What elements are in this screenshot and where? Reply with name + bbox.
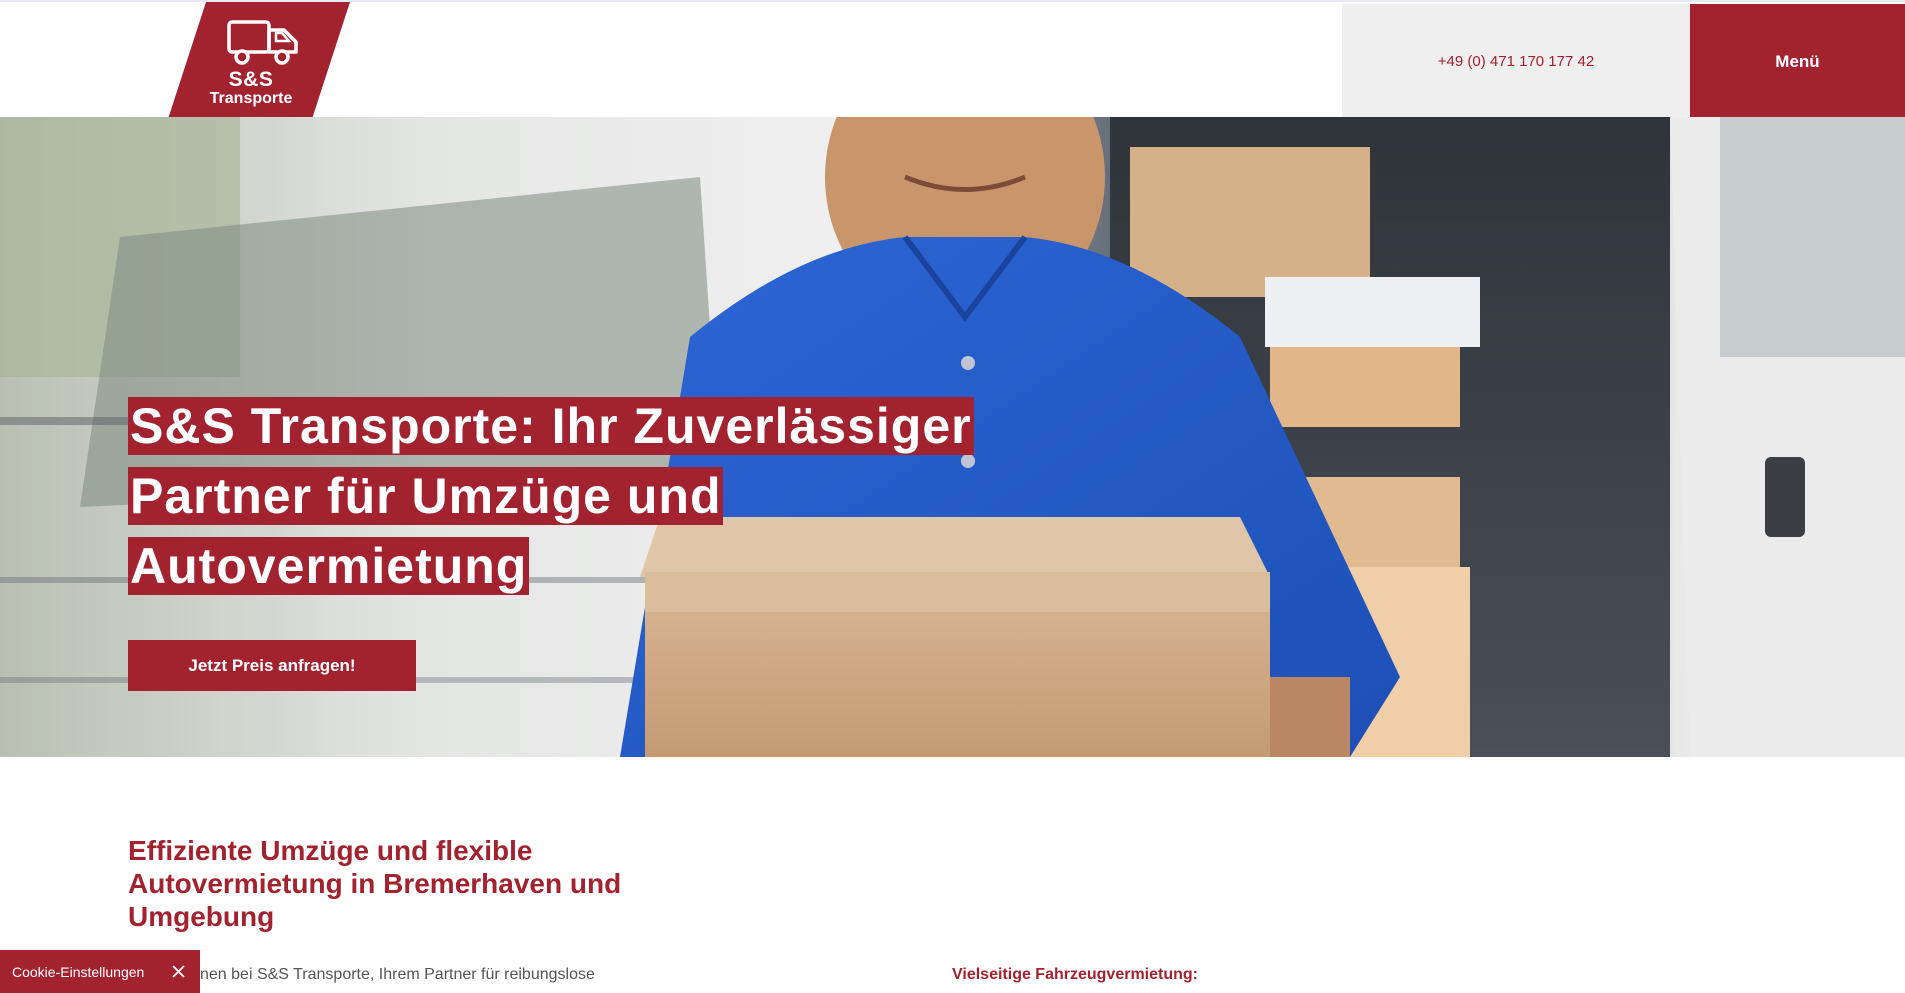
cookie-settings-button[interactable]: Cookie-Einstellungen	[12, 964, 144, 980]
hero-title-line: Autovermietung	[128, 537, 530, 595]
intro-text: nen bei S&S Transporte, Ihrem Partner fü…	[200, 966, 595, 983]
phone-link[interactable]: +49 (0) 471 170 177 42	[1438, 53, 1594, 70]
hero-title: S&S Transporte: Ihr Zuverlässiger Partne…	[128, 397, 1028, 607]
section-heading: Effiziente Umzüge und flexible Autovermi…	[128, 835, 622, 932]
hero-title-line: S&S Transporte: Ihr Zuverlässiger	[128, 397, 974, 455]
request-price-button[interactable]: Jetzt Preis anfragen!	[128, 640, 416, 691]
hero-title-line: Partner für Umzüge und	[128, 467, 724, 525]
vehicle-rental-heading: Vielseitige Fahrzeugvermietung:	[952, 966, 1198, 983]
cookie-settings-bar: Cookie-Einstellungen	[0, 950, 200, 993]
close-icon[interactable]	[171, 964, 186, 979]
site-header: S&S Transporte +49 (0) 471 170 177 42 Me…	[0, 2, 1905, 119]
logo-subtitle: Transporte	[209, 90, 293, 107]
delivery-truck-icon	[227, 20, 298, 65]
site-logo[interactable]: S&S Transporte	[168, 2, 350, 119]
menu-label: Menü	[1775, 51, 1820, 71]
phone-box: +49 (0) 471 170 177 42	[1342, 4, 1690, 119]
hero-section: S&S Transporte: Ihr Zuverlässiger Partne…	[0, 117, 1905, 757]
logo-name: S&S	[228, 68, 274, 91]
menu-button[interactable]: Menü	[1690, 4, 1905, 119]
